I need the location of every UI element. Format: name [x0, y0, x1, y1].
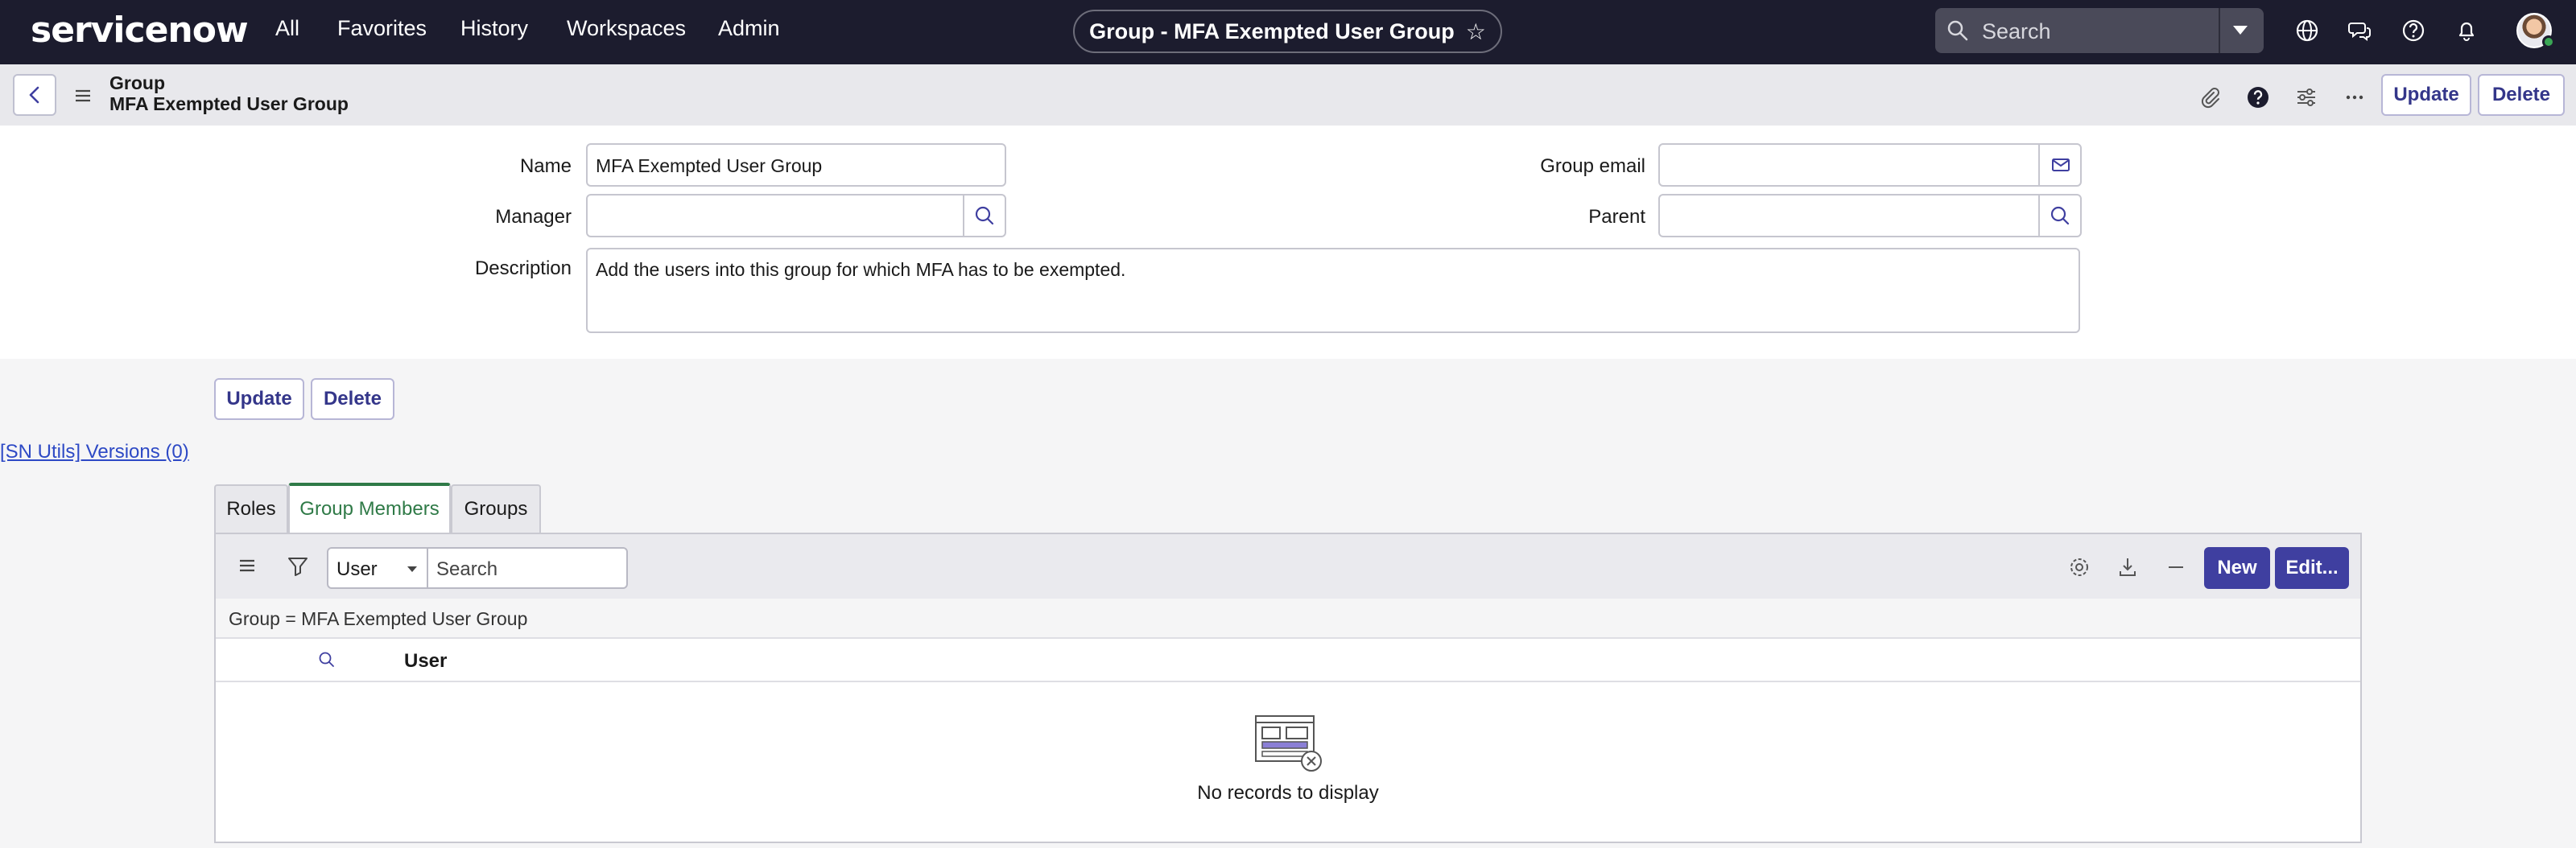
- context-menu-icon[interactable]: [74, 89, 92, 103]
- paperclip-icon[interactable]: [2198, 85, 2222, 109]
- settings-sliders-icon[interactable]: [2294, 85, 2318, 109]
- form-record-type: Group: [109, 72, 165, 93]
- nav-favorites[interactable]: Favorites: [337, 16, 427, 41]
- presence-status-indicator: [2542, 35, 2555, 48]
- manager-lookup-button[interactable]: [963, 194, 1006, 237]
- group-email-label: Group email: [1540, 155, 1645, 177]
- description-field[interactable]: Add the users into this group for which …: [586, 248, 2080, 333]
- more-options-icon[interactable]: [2343, 85, 2367, 109]
- name-label: Name: [519, 155, 572, 177]
- send-email-button[interactable]: [2038, 143, 2082, 187]
- global-search-placeholder: Search: [1982, 19, 2051, 43]
- chevron-down-icon: [407, 566, 417, 572]
- description-label: Description: [474, 257, 572, 279]
- form-record-name: MFA Exempted User Group: [109, 93, 349, 114]
- nav-admin[interactable]: Admin: [718, 16, 780, 41]
- footer-update-button[interactable]: Update: [214, 378, 304, 420]
- no-records-illustration-icon: [1255, 715, 1322, 772]
- collapse-icon[interactable]: [2164, 555, 2188, 579]
- list-menu-icon[interactable]: [238, 558, 256, 573]
- empty-state-message: No records to display: [1197, 782, 1379, 804]
- header-delete-button[interactable]: Delete: [2478, 74, 2565, 116]
- search-icon: [2050, 206, 2070, 225]
- gear-icon[interactable]: [2067, 555, 2091, 579]
- search-field-select-value: User: [336, 558, 378, 580]
- search-divider: [2219, 8, 2220, 53]
- context-title: Group - MFA Exempted User Group: [1089, 19, 1455, 43]
- chat-icon[interactable]: [2347, 18, 2373, 43]
- bell-icon[interactable]: [2454, 18, 2479, 43]
- nav-all[interactable]: All: [275, 16, 299, 41]
- manager-field[interactable]: [586, 194, 964, 237]
- group-email-field[interactable]: [1658, 143, 2040, 187]
- parent-lookup-button[interactable]: [2038, 194, 2082, 237]
- column-header-user[interactable]: User: [404, 650, 447, 673]
- download-icon[interactable]: [2116, 555, 2140, 579]
- column-search-icon[interactable]: [317, 650, 336, 669]
- parent-field[interactable]: [1658, 194, 2040, 237]
- envelope-icon: [2052, 158, 2070, 171]
- search-icon: [1947, 20, 1968, 41]
- nav-workspaces[interactable]: Workspaces: [567, 16, 686, 41]
- chevron-left-icon: [29, 86, 39, 104]
- search-field-select[interactable]: User: [327, 547, 428, 589]
- tab-groups[interactable]: Groups: [451, 484, 541, 533]
- related-list-search-input[interactable]: Search: [427, 547, 628, 589]
- search-icon: [975, 206, 994, 225]
- tab-roles[interactable]: Roles: [214, 484, 288, 533]
- parent-label: Parent: [1588, 206, 1645, 228]
- search-scope-chevron-down-icon[interactable]: [2233, 26, 2248, 35]
- form-header: Group MFA Exempted User Group Update Del…: [0, 64, 2576, 126]
- globe-icon[interactable]: [2294, 18, 2320, 43]
- filter-icon[interactable]: [287, 555, 309, 578]
- filter-condition-text[interactable]: Group = MFA Exempted User Group: [229, 608, 527, 630]
- context-title-pill[interactable]: Group - MFA Exempted User Group ☆: [1073, 10, 1502, 53]
- servicenow-logo[interactable]: servicenow: [31, 10, 249, 51]
- related-list-toolbar: User Search New Edit...: [216, 534, 2360, 599]
- global-search[interactable]: Search: [1935, 8, 2264, 53]
- edit-button[interactable]: Edit...: [2275, 547, 2349, 589]
- manager-label: Manager: [495, 206, 572, 228]
- tab-group-members[interactable]: Group Members: [288, 483, 451, 533]
- back-button[interactable]: [13, 74, 56, 116]
- filter-condition-breadcrumb: Group = MFA Exempted User Group: [216, 599, 2360, 639]
- nav-history[interactable]: History: [460, 16, 528, 41]
- footer-delete-button[interactable]: Delete: [311, 378, 394, 420]
- new-button[interactable]: New: [2204, 547, 2270, 589]
- table-header-row: User: [216, 639, 2360, 682]
- top-navigation-bar: servicenow All Favorites History Workspa…: [0, 0, 2576, 64]
- favorite-star-icon[interactable]: ☆: [1466, 19, 1486, 45]
- sn-utils-versions-link[interactable]: [SN Utils] Versions (0): [0, 441, 189, 463]
- help-icon[interactable]: [2401, 18, 2426, 43]
- group-members-related-list: User Search New Edit... Group = MFA Exem…: [214, 533, 2362, 843]
- help-filled-icon[interactable]: [2246, 85, 2270, 109]
- name-field[interactable]: MFA Exempted User Group: [586, 143, 1006, 187]
- header-update-button[interactable]: Update: [2381, 74, 2471, 116]
